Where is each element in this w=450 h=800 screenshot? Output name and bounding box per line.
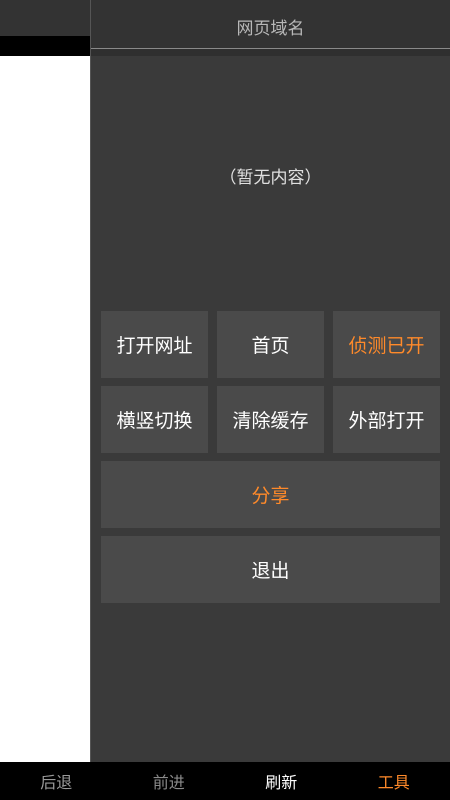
exit-button[interactable]: 退出 xyxy=(101,536,440,603)
bottom-nav-bar: 后退 前进 刷新 工具 xyxy=(0,762,450,800)
panel-divider xyxy=(91,49,450,56)
home-button[interactable]: 首页 xyxy=(217,311,324,378)
clear-cache-button[interactable]: 清除缓存 xyxy=(217,386,324,453)
empty-content-text: （暂无内容） xyxy=(219,168,322,188)
detect-toggle-button[interactable]: 侦测已开 xyxy=(333,311,440,378)
web-content-area[interactable] xyxy=(0,56,90,762)
panel-header: 网页域名 xyxy=(91,0,450,49)
forward-button[interactable]: 前进 xyxy=(113,762,226,800)
address-bar-strip xyxy=(0,36,90,56)
share-button[interactable]: 分享 xyxy=(101,461,440,528)
refresh-button[interactable]: 刷新 xyxy=(225,762,338,800)
open-external-button[interactable]: 外部打开 xyxy=(333,386,440,453)
open-url-button[interactable]: 打开网址 xyxy=(101,311,208,378)
back-button[interactable]: 后退 xyxy=(0,762,113,800)
tools-panel: 网页域名 （暂无内容） 打开网址 首页 侦测已开 横竖切换 清除缓存 外部打开 … xyxy=(90,0,450,762)
domain-title: 网页域名 xyxy=(236,19,305,39)
tools-button[interactable]: 工具 xyxy=(338,762,450,800)
rotate-orientation-button[interactable]: 横竖切换 xyxy=(101,386,208,453)
